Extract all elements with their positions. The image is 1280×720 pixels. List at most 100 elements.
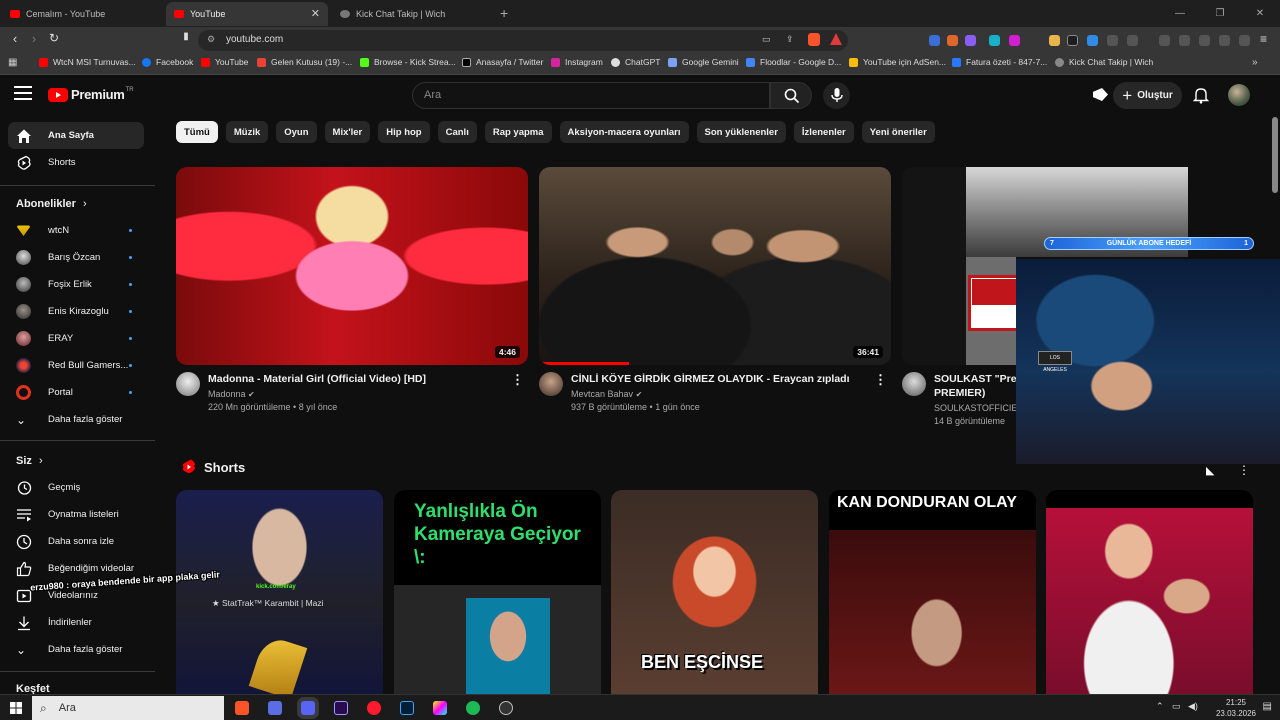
- brave-rewards-icon[interactable]: [830, 33, 842, 45]
- youtube-premium-logo[interactable]: Premium TR: [48, 87, 134, 102]
- sidebar-subscription[interactable]: Enis Kirazoglu: [8, 298, 144, 325]
- more-options-icon[interactable]: ⋮: [511, 372, 524, 388]
- bookmark-item[interactable]: Fatura özeti - 847-7...: [952, 57, 1047, 67]
- sidebar-icon[interactable]: [1179, 35, 1190, 46]
- more-options-icon[interactable]: ⋮: [874, 372, 887, 388]
- network-icon[interactable]: ▭: [1172, 701, 1181, 712]
- sidebar-item-history[interactable]: Geçmiş: [8, 474, 144, 501]
- chip[interactable]: Rap yapma: [484, 121, 552, 143]
- bookmark-item[interactable]: ChatGPT: [611, 57, 660, 67]
- close-window-icon[interactable]: ✕: [1240, 0, 1280, 27]
- notifications-bell-icon[interactable]: [1193, 87, 1209, 104]
- sidebar-subscription[interactable]: ERAY: [8, 325, 144, 352]
- url-bar[interactable]: ⚙ youtube.com ▭ ⇪: [198, 30, 848, 51]
- sidebar-item-playlists[interactable]: Oynatma listeleri: [8, 501, 144, 528]
- windows-start-icon[interactable]: [10, 702, 22, 714]
- bookmark-item[interactable]: WtcN MSI Turnuvas...: [39, 57, 136, 67]
- back-icon[interactable]: ‹: [6, 31, 24, 46]
- extension-icon[interactable]: [1067, 35, 1078, 46]
- bookmark-item[interactable]: Instagram: [551, 57, 603, 67]
- forward-icon[interactable]: ›: [25, 31, 43, 46]
- channel-name[interactable]: Madonna ✔: [208, 389, 528, 399]
- channel-avatar[interactable]: [539, 372, 563, 396]
- chip[interactable]: Yeni öneriler: [861, 121, 935, 143]
- account-avatar[interactable]: [1228, 84, 1250, 106]
- video-card[interactable]: 36:41 CİNLİ KÖYE GİRDİK GİRMEZ OLAYDIK -…: [539, 167, 891, 432]
- extension-icon[interactable]: [965, 35, 976, 46]
- bookmark-item[interactable]: Gelen Kutusu (19) -...: [257, 57, 352, 67]
- browser-tab[interactable]: Kick Chat Takip | Wich: [332, 2, 496, 26]
- more-options-icon[interactable]: ⋮: [1238, 463, 1250, 477]
- extension-icon[interactable]: [929, 35, 940, 46]
- channel-avatar[interactable]: [902, 372, 926, 396]
- sidebar-item-watch-later[interactable]: Daha sonra izle: [8, 528, 144, 555]
- chip[interactable]: Müzik: [225, 121, 269, 143]
- search-input[interactable]: [424, 89, 744, 101]
- bookmark-icon[interactable]: ▮: [177, 31, 195, 42]
- sidebar-subscription[interactable]: Barış Özcan: [8, 244, 144, 271]
- page-scrollbar[interactable]: [1272, 117, 1278, 193]
- bookmark-item[interactable]: Google Gemini: [668, 57, 739, 67]
- notification-center-icon[interactable]: ▤: [1263, 701, 1272, 712]
- spotify-taskbar-icon[interactable]: [466, 701, 480, 715]
- volume-icon[interactable]: ◀): [1188, 701, 1198, 712]
- extensions-puzzle-icon[interactable]: [1107, 35, 1118, 46]
- leo-ai-icon[interactable]: [1219, 35, 1230, 46]
- browser-tab-active[interactable]: YouTube ✕: [166, 2, 328, 26]
- premiere-taskbar-icon[interactable]: [334, 701, 348, 715]
- chip[interactable]: Hip hop: [378, 121, 430, 143]
- sidebar-subscription[interactable]: Foşix Erlik: [8, 271, 144, 298]
- sidebar-item-shorts[interactable]: Shorts: [8, 149, 144, 176]
- new-tab-icon[interactable]: +: [500, 5, 508, 21]
- sidebar-show-more[interactable]: ⌄ Daha fazla göster: [8, 636, 144, 663]
- opera-taskbar-icon[interactable]: [367, 701, 381, 715]
- channel-name[interactable]: Mevtcan Bahav ✔: [571, 389, 891, 399]
- search-box[interactable]: [412, 82, 770, 109]
- taskbar-search[interactable]: ⌕ Ara: [32, 696, 224, 720]
- discord-taskbar-icon[interactable]: [301, 701, 315, 715]
- browser-menu-icon[interactable]: ≡: [1260, 32, 1267, 46]
- more-bookmarks-icon[interactable]: »: [1252, 57, 1258, 68]
- app-taskbar-icon[interactable]: [433, 701, 447, 715]
- chip[interactable]: Son yüklenenler: [696, 121, 786, 143]
- photoshop-taskbar-icon[interactable]: [400, 701, 414, 715]
- apps-grid-icon[interactable]: ▦: [8, 57, 17, 68]
- cast-action-icon[interactable]: ◣: [1206, 464, 1214, 477]
- search-button[interactable]: [770, 82, 812, 109]
- cast-icon[interactable]: ▭: [762, 34, 771, 45]
- video-thumbnail[interactable]: 36:41: [539, 167, 891, 365]
- video-thumbnail[interactable]: 4:46: [176, 167, 528, 365]
- minimize-icon[interactable]: —: [1160, 0, 1200, 27]
- bookmark-item[interactable]: Browse - Kick Strea...: [360, 57, 456, 67]
- channel-avatar[interactable]: [176, 372, 200, 396]
- hamburger-menu-icon[interactable]: [14, 86, 32, 102]
- obs-taskbar-icon[interactable]: [499, 701, 513, 715]
- chip[interactable]: Mix'ler: [324, 121, 371, 143]
- video-title[interactable]: CİNLİ KÖYE GİRDİK GİRMEZ OLAYDIK - Erayc…: [571, 372, 891, 386]
- extension-icon[interactable]: [1087, 35, 1098, 46]
- tray-expand-icon[interactable]: ⌃: [1156, 701, 1164, 712]
- brave-shields-icon[interactable]: [808, 33, 820, 46]
- bookmark-item[interactable]: YouTube: [201, 57, 248, 67]
- maximize-icon[interactable]: ❐: [1200, 0, 1240, 27]
- chip[interactable]: Aksiyon-macera oyunları: [559, 121, 689, 143]
- video-title[interactable]: Madonna - Material Girl (Official Video)…: [208, 372, 528, 386]
- sidebar-item-downloads[interactable]: İndirilenler: [8, 609, 144, 636]
- video-card[interactable]: 4:46 Madonna - Material Girl (Official V…: [176, 167, 528, 432]
- reload-icon[interactable]: ↻: [45, 31, 63, 45]
- sidebar-subscription[interactable]: wtcN: [8, 217, 144, 244]
- extension-icon[interactable]: [947, 35, 958, 46]
- extension-icon[interactable]: [1127, 35, 1138, 46]
- create-button[interactable]: + Oluştur: [1113, 82, 1182, 109]
- bookmark-item[interactable]: Kick Chat Takip | Wich: [1055, 57, 1153, 67]
- extension-icon[interactable]: [989, 35, 1000, 46]
- bookmark-item[interactable]: Floodlar - Google D...: [746, 57, 841, 67]
- wallet-icon[interactable]: [1199, 35, 1210, 46]
- sidebar-subscription[interactable]: Red Bull Gamers...: [8, 352, 144, 379]
- bookmark-item[interactable]: Anasayfa / Twitter: [462, 57, 543, 67]
- app-taskbar-icon[interactable]: [268, 701, 282, 715]
- short-card[interactable]: BEN EŞCİNSE: [611, 490, 818, 694]
- browser-tab[interactable]: Cemalım - YouTube: [2, 2, 166, 26]
- chip[interactable]: Canlı: [437, 121, 477, 143]
- short-card[interactable]: KAN DONDURAN OLAY: [829, 490, 1036, 694]
